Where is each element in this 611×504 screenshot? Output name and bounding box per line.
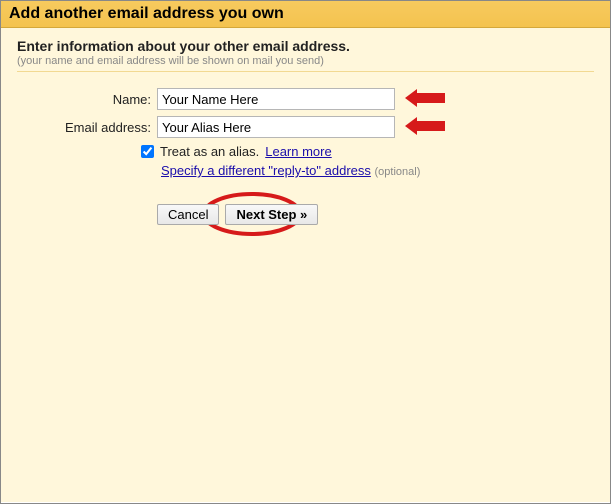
arrow-icon [405,89,445,110]
name-label: Name: [57,92,157,107]
next-step-button[interactable]: Next Step » [225,204,318,225]
reply-to-link[interactable]: Specify a different "reply-to" address [161,163,371,178]
optional-label: (optional) [375,166,421,178]
name-input[interactable] [157,88,395,110]
alias-label: Treat as an alias. [160,144,259,159]
dialog-title: Add another email address you own [9,5,602,23]
dialog-body: Enter information about your other email… [1,28,610,502]
email-input[interactable] [157,116,395,138]
button-row: Cancel Next Step » [157,204,594,225]
learn-more-link[interactable]: Learn more [265,144,331,159]
name-row: Name: [57,88,594,110]
dialog-header: Add another email address you own [1,1,610,28]
section-hint: (your name and email address will be sho… [17,55,594,67]
cancel-button[interactable]: Cancel [157,204,219,225]
reply-to-row: Specify a different "reply-to" address (… [161,163,594,178]
email-row: Email address: [57,116,594,138]
section-subtitle: Enter information about your other email… [17,38,594,54]
form: Name: Email address: Treat as an alias. … [57,88,594,225]
alias-checkbox[interactable] [141,145,154,158]
divider [17,71,594,72]
arrow-icon [405,117,445,138]
email-label: Email address: [57,120,157,135]
alias-row: Treat as an alias. Learn more [141,144,594,159]
